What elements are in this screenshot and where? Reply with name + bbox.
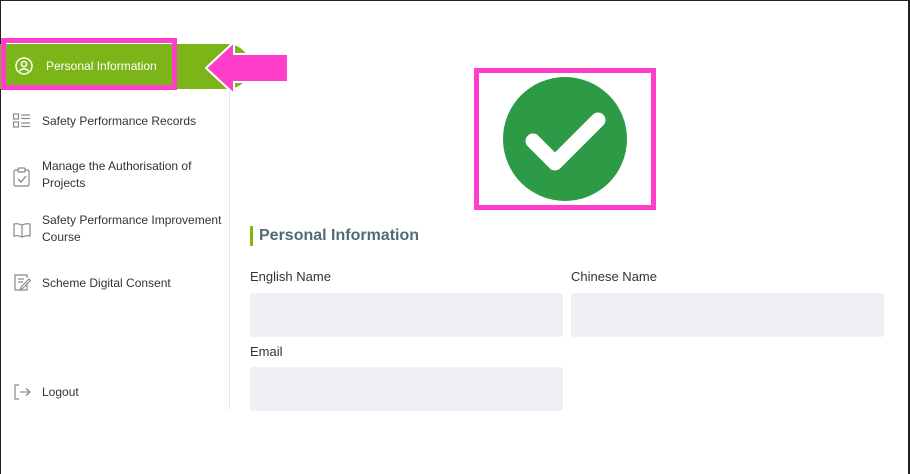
document-edit-icon — [12, 273, 32, 298]
clipboard-check-icon — [12, 166, 32, 193]
sidebar-item-safety-performance-records[interactable]: Safety Performance Records — [0, 108, 229, 134]
logout-icon — [12, 382, 32, 407]
english-name-label: English Name — [250, 269, 331, 284]
list-icon — [12, 111, 32, 136]
sidebar-item-label: Manage the Authorisation of Projects — [42, 158, 191, 192]
sidebar-divider — [229, 88, 230, 410]
chinese-name-label: Chinese Name — [571, 269, 657, 284]
label-line-2: Course — [42, 230, 81, 244]
logout-label: Logout — [42, 385, 79, 399]
check-circle-icon — [503, 77, 627, 201]
sidebar-item-scheme-digital-consent[interactable]: Scheme Digital Consent — [0, 270, 229, 296]
email-field[interactable] — [250, 367, 563, 411]
sidebar-item-label: Scheme Digital Consent — [42, 276, 171, 290]
chinese-name-field[interactable] — [571, 293, 884, 337]
sidebar-item-label: Safety Performance Improvement Course — [42, 212, 221, 246]
english-name-field[interactable] — [250, 293, 563, 337]
section-title: Personal Information — [250, 226, 419, 246]
email-label: Email — [250, 344, 283, 359]
label-line-1: Safety Performance Improvement — [42, 213, 222, 227]
label-line-1: Manage the Authorisation of — [42, 159, 192, 173]
sidebar-item-label: Safety Performance Records — [42, 114, 197, 128]
highlight-box-nav — [1, 38, 177, 90]
book-open-icon — [12, 220, 32, 245]
label-line-2: Projects — [42, 176, 86, 190]
pointer-arrow-icon — [204, 40, 289, 96]
sidebar-item-improvement-course[interactable]: Safety Performance Improvement Course — [0, 210, 229, 250]
sidebar-item-manage-authorisation[interactable]: Manage the Authorisation of Projects — [0, 156, 229, 196]
logout-button[interactable]: Logout — [0, 379, 229, 405]
